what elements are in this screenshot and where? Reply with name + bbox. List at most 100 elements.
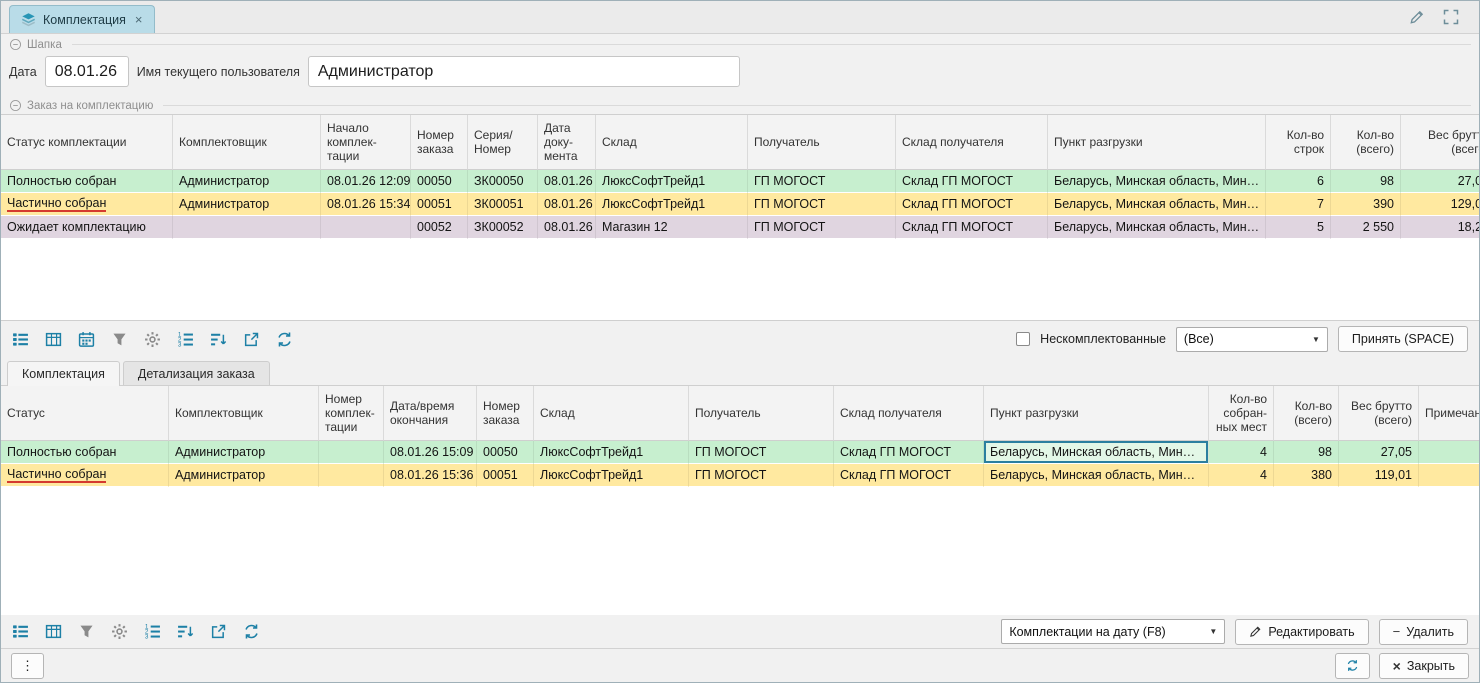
tab-close-icon[interactable]: ×: [133, 12, 143, 27]
table-cell[interactable]: 00050: [477, 441, 534, 464]
table-cell[interactable]: ЗК00050: [468, 170, 538, 193]
column-header[interactable]: Кол-во (всего): [1274, 386, 1339, 441]
export-icon[interactable]: [210, 623, 227, 640]
column-header[interactable]: Кол-во (всего): [1331, 115, 1401, 170]
table-cell[interactable]: Склад ГП МОГОСТ: [896, 216, 1048, 239]
sync-icon[interactable]: [243, 623, 260, 640]
table-cell[interactable]: Полностью собран: [1, 441, 169, 464]
table-cell[interactable]: Ожидает комплектацию: [1, 216, 173, 239]
table-cell[interactable]: Частично собран: [1, 464, 169, 487]
table-cell[interactable]: [1419, 441, 1479, 464]
table-cell[interactable]: Беларусь, Минская область, Мин…: [1048, 216, 1266, 239]
table-cell[interactable]: Администратор: [173, 170, 321, 193]
accept-button[interactable]: Принять (SPACE): [1338, 326, 1468, 352]
table-cell[interactable]: ГП МОГОСТ: [748, 170, 896, 193]
sync-icon[interactable]: [276, 331, 293, 348]
table-cell[interactable]: ГП МОГОСТ: [689, 464, 834, 487]
column-header[interactable]: Примечание: [1419, 386, 1479, 441]
table-cell[interactable]: 08.01.26 15:09: [384, 441, 477, 464]
column-header[interactable]: Склад получателя: [834, 386, 984, 441]
user-input[interactable]: Администратор: [308, 56, 740, 87]
column-header[interactable]: Статус комплектации: [1, 115, 173, 170]
table-cell[interactable]: [173, 216, 321, 239]
table-cell[interactable]: ЛюксСофтТрейд1: [534, 441, 689, 464]
table-cell[interactable]: Администратор: [169, 464, 319, 487]
delete-button[interactable]: − Удалить: [1379, 619, 1468, 645]
table-cell[interactable]: [319, 464, 384, 487]
table-cell[interactable]: Администратор: [173, 193, 321, 216]
table-cell[interactable]: Беларусь, Минская область, Мин…: [984, 441, 1209, 464]
table-cell[interactable]: 6: [1266, 170, 1331, 193]
column-header[interactable]: Номер заказа: [411, 115, 468, 170]
date-input[interactable]: 08.01.26: [45, 56, 129, 87]
table-cell[interactable]: ЛюксСофтТрейд1: [596, 193, 748, 216]
table-row[interactable]: Частично собранАдминистратор08.01.26 15:…: [1, 193, 1479, 216]
filter-icon[interactable]: [111, 331, 128, 348]
uncompleted-checkbox[interactable]: [1016, 332, 1030, 346]
table-cell[interactable]: [1419, 464, 1479, 487]
table-cell[interactable]: 119,01: [1339, 464, 1419, 487]
table-cell[interactable]: 08.01.26: [538, 216, 596, 239]
table-cell[interactable]: ГП МОГОСТ: [689, 441, 834, 464]
export-icon[interactable]: [243, 331, 260, 348]
table-cell[interactable]: Склад ГП МОГОСТ: [834, 464, 984, 487]
filter-icon[interactable]: [78, 623, 95, 640]
table-cell[interactable]: Полностью собран: [1, 170, 173, 193]
numbered-list-icon[interactable]: 123: [144, 623, 161, 640]
table-cell[interactable]: Склад ГП МОГОСТ: [834, 441, 984, 464]
table-row[interactable]: Ожидает комплектацию00052ЗК0005208.01.26…: [1, 216, 1479, 239]
table-cell[interactable]: 08.01.26: [538, 170, 596, 193]
column-header[interactable]: Получатель: [748, 115, 896, 170]
table-cell[interactable]: 380: [1274, 464, 1339, 487]
column-header[interactable]: Номер заказа: [477, 386, 534, 441]
column-header[interactable]: Статус: [1, 386, 169, 441]
table-row[interactable]: Полностью собранАдминистратор08.01.26 12…: [1, 170, 1479, 193]
table-cell[interactable]: Магазин 12: [596, 216, 748, 239]
column-header[interactable]: Склад: [596, 115, 748, 170]
table-row[interactable]: Полностью собранАдминистратор 08.01.26 15…: [1, 441, 1479, 464]
settings-icon[interactable]: [111, 623, 128, 640]
table-cell[interactable]: 00051: [411, 193, 468, 216]
table-cell[interactable]: 98: [1331, 170, 1401, 193]
table-cell[interactable]: ГП МОГОСТ: [748, 193, 896, 216]
table-cell[interactable]: [319, 441, 384, 464]
table-cell[interactable]: 4: [1209, 441, 1274, 464]
more-menu-button[interactable]: ⋮: [11, 653, 44, 679]
table-cell[interactable]: 00050: [411, 170, 468, 193]
table-cell[interactable]: 00051: [477, 464, 534, 487]
table-cell[interactable]: 4: [1209, 464, 1274, 487]
edit-pencil-icon[interactable]: [1409, 9, 1425, 25]
column-header[interactable]: Начало комплек- тации: [321, 115, 411, 170]
column-header[interactable]: Вес брутто (всего): [1401, 115, 1479, 170]
table-cell[interactable]: 08.01.26 15:36: [384, 464, 477, 487]
column-header[interactable]: Получатель: [689, 386, 834, 441]
tab-komplektacia[interactable]: Комплектация ×: [9, 5, 155, 33]
table-cell[interactable]: 08.01.26 12:09: [321, 170, 411, 193]
table-cell[interactable]: 00052: [411, 216, 468, 239]
uncompleted-checkbox-label[interactable]: Нескомплектованные: [1040, 332, 1166, 346]
edit-button[interactable]: Редактировать: [1235, 619, 1368, 645]
column-header[interactable]: Номер комплек- тации: [319, 386, 384, 441]
table-cell[interactable]: Беларусь, Минская область, Мин…: [984, 464, 1209, 487]
table-cell[interactable]: 2 550: [1331, 216, 1401, 239]
table-cell[interactable]: Склад ГП МОГОСТ: [896, 193, 1048, 216]
table-cell[interactable]: ЛюксСофтТрейд1: [596, 170, 748, 193]
table-cell[interactable]: Беларусь, Минская область, Мин…: [1048, 170, 1266, 193]
calendar-icon[interactable]: [78, 331, 95, 348]
fullscreen-icon[interactable]: [1443, 9, 1459, 25]
list-view-icon[interactable]: [12, 623, 29, 640]
table-cell[interactable]: 27,05: [1401, 170, 1479, 193]
table-cell[interactable]: Администратор: [169, 441, 319, 464]
table-cell[interactable]: ЛюксСофтТрейд1: [534, 464, 689, 487]
column-header[interactable]: Склад: [534, 386, 689, 441]
table-cell[interactable]: Беларусь, Минская область, Мин…: [1048, 193, 1266, 216]
table-cell[interactable]: 7: [1266, 193, 1331, 216]
filter-select[interactable]: (Все) ▼: [1176, 327, 1328, 352]
column-header[interactable]: Пункт разгрузки: [1048, 115, 1266, 170]
sort-icon[interactable]: [210, 331, 227, 348]
table-cell[interactable]: ГП МОГОСТ: [748, 216, 896, 239]
table-cell[interactable]: ЗК00051: [468, 193, 538, 216]
column-header[interactable]: Дата/время окончания: [384, 386, 477, 441]
close-button[interactable]: × Закрыть: [1379, 653, 1469, 679]
table-cell[interactable]: 18,21: [1401, 216, 1479, 239]
